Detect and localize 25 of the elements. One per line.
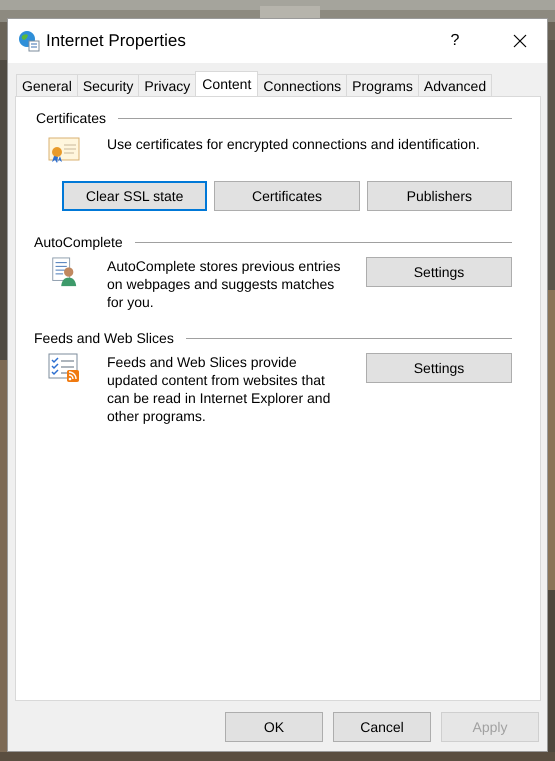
description-text: AutoComplete stores previous entries on webpages and suggests matches for you. xyxy=(107,257,342,311)
section-title: AutoComplete xyxy=(34,234,123,250)
description-text: Feeds and Web Slices provide updated content from websites that can be read in Internet Explorer and other programs. xyxy=(107,353,332,425)
tab[interactable]: Security xyxy=(76,74,140,96)
settings-button[interactable]: Settings xyxy=(366,257,512,287)
tab[interactable]: Privacy xyxy=(138,74,196,96)
window-title: Internet Properties xyxy=(46,31,187,51)
action-button[interactable]: Certificates xyxy=(214,181,360,211)
settings-button[interactable]: Settings xyxy=(366,353,512,383)
feed-list-icon xyxy=(48,353,80,383)
tab[interactable]: Programs xyxy=(346,74,419,96)
globe-icon xyxy=(18,30,40,52)
close-icon xyxy=(513,34,527,48)
certificate-icon xyxy=(48,135,80,165)
section-title: Feeds and Web Slices xyxy=(34,330,174,346)
section-title: Certificates xyxy=(36,110,106,126)
help-button[interactable]: ? xyxy=(435,26,475,56)
tab[interactable]: General xyxy=(16,74,78,96)
action-button[interactable]: Clear SSL state xyxy=(62,181,208,211)
description-text: Use certificates for encrypted connections and identification. xyxy=(107,135,480,153)
action-button[interactable]: Publishers xyxy=(366,181,512,211)
dialog-button[interactable]: OK xyxy=(225,712,323,742)
tab[interactable]: Advanced xyxy=(418,74,492,96)
dialog-button[interactable]: Cancel xyxy=(333,712,431,742)
tab[interactable]: Content xyxy=(195,71,258,96)
